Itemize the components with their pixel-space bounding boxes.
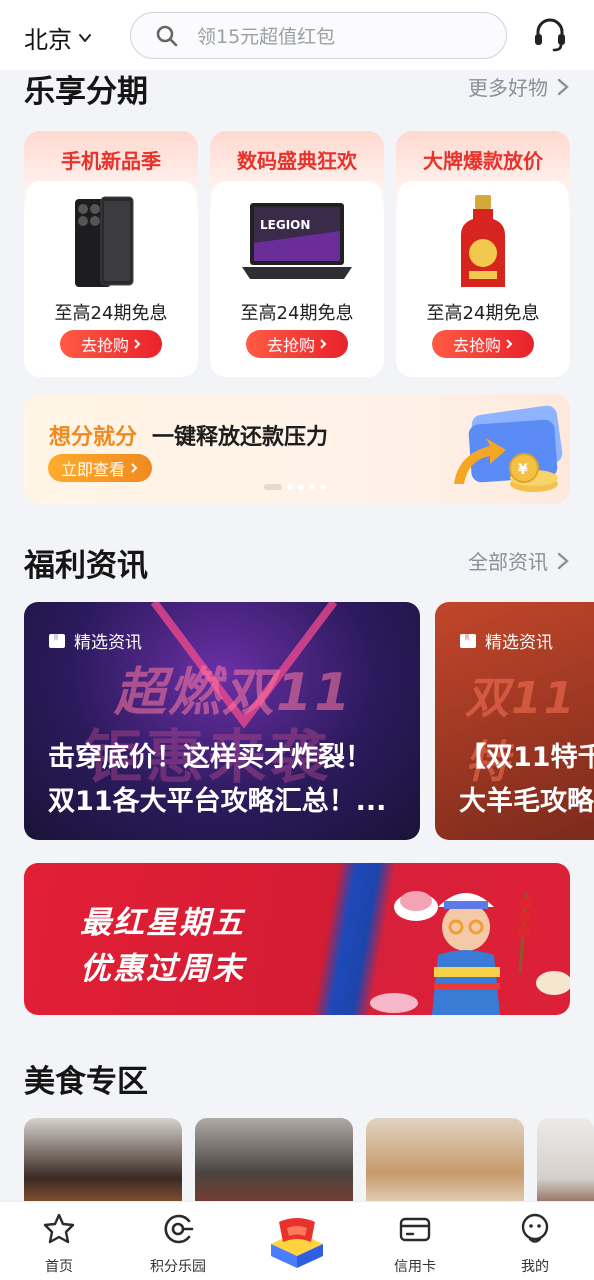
buy-button-label: 去抢购 — [266, 336, 315, 355]
view-now-button[interactable]: 立即查看 — [48, 454, 152, 482]
card-subtitle: 至高24期免息 — [426, 303, 540, 324]
svg-text:¥: ¥ — [518, 462, 528, 478]
buy-button[interactable]: 去抢购 — [60, 330, 162, 358]
installment-card-liquor[interactable]: 大牌爆款放价 至高24期免息 去抢购 — [396, 131, 570, 377]
news-tag-label: 精选资讯 — [485, 633, 553, 653]
chevron-right-icon — [131, 463, 138, 473]
girl-mascot-illustration — [370, 891, 570, 1015]
installment-title: 乐享分期 — [24, 74, 148, 110]
banner-highlight: 想分就分 — [49, 425, 138, 450]
buy-button[interactable]: 去抢购 — [246, 330, 348, 358]
top-bar: 北京 领15元超值红包 — [0, 0, 594, 70]
laptop-image: LEGION — [242, 203, 352, 279]
credit-card-illustration: ¥ — [454, 405, 563, 492]
news-card[interactable]: 双11特 精选资讯 【双11特千 大羊毛攻略 — [435, 602, 594, 840]
carousel-dots — [264, 484, 326, 490]
banner-text: 一键释放还款压力 — [152, 425, 329, 450]
chevron-right-icon — [320, 339, 327, 349]
bookmark-icon — [460, 633, 476, 648]
news-headline-line1: 【双11特千 — [459, 742, 594, 773]
installment-more-label: 更多好物 — [468, 76, 548, 100]
chevron-right-icon — [557, 78, 569, 95]
carousel-dot — [320, 484, 326, 490]
news-more-label: 全部资讯 — [468, 550, 548, 574]
chevron-down-icon — [79, 33, 91, 42]
news-tag-label: 精选资讯 — [74, 633, 142, 653]
nav-home[interactable]: 首页 — [9, 1212, 109, 1276]
news-headline-line2: 双11各大平台攻略汇总！... — [48, 786, 387, 817]
card-subtitle: 至高24期免息 — [54, 303, 168, 324]
news-headline-line2: 大羊毛攻略 — [459, 786, 594, 817]
buy-button-label: 去抢购 — [452, 336, 501, 355]
search-placeholder: 领15元超值红包 — [197, 26, 336, 48]
points-icon — [164, 1214, 194, 1244]
search-input[interactable]: 领15元超值红包 — [130, 12, 507, 59]
news-tag: 精选资讯 — [459, 628, 553, 653]
bookmark-icon — [49, 633, 65, 648]
chevron-right-icon — [506, 339, 513, 349]
friday-promo-banner[interactable]: 最红星期五 优惠过周末 — [24, 863, 570, 1015]
nav-credit-card[interactable]: 信用卡 — [365, 1212, 465, 1276]
carousel-dot — [298, 484, 304, 490]
buy-button[interactable]: 去抢购 — [432, 330, 534, 358]
view-now-label: 立即查看 — [60, 460, 125, 479]
phone-image — [75, 196, 134, 287]
nav-profile-label: 我的 — [521, 1259, 549, 1275]
friday-line1: 最红星期五 — [80, 905, 245, 941]
chevron-right-icon — [134, 339, 141, 349]
search-icon — [156, 25, 178, 46]
card-title: 大牌爆款放价 — [423, 149, 543, 173]
chevron-right-icon — [557, 552, 569, 569]
nav-credit-card-label: 信用卡 — [394, 1259, 436, 1275]
bottom-nav: 首页 积分乐园 信用卡 我的 — [0, 1201, 594, 1280]
svg-text:LEGION: LEGION — [260, 218, 310, 232]
news-headline-line1: 击穿底价！这样买才炸裂！ — [48, 742, 372, 773]
news-headline: 【双11特千 大羊毛攻略 — [459, 736, 594, 824]
star-icon — [43, 1213, 75, 1244]
food-title: 美食专区 — [24, 1064, 148, 1100]
installment-card-phone[interactable]: 手机新品季 至高24期免息 去抢购 — [24, 131, 198, 377]
profile-icon — [521, 1213, 549, 1243]
nav-profile[interactable]: 我的 — [485, 1212, 585, 1276]
friday-line2: 优惠过周末 — [80, 951, 245, 987]
credit-card-icon — [399, 1217, 431, 1242]
card-title: 手机新品季 — [61, 149, 161, 173]
city-selector[interactable]: 北京 — [24, 20, 92, 55]
news-headline: 击穿底价！这样买才炸裂！ 双11各大平台攻略汇总！... — [48, 736, 408, 824]
carousel-dot — [287, 484, 293, 490]
liquor-bottle-image — [461, 195, 505, 287]
carousel-dot — [264, 484, 282, 490]
card-title: 数码盛典狂欢 — [237, 149, 357, 173]
news-card[interactable]: 超燃双11 钜惠来袭 精选资讯 击穿底价！这样买才炸裂！ 双11各大平台攻略汇总… — [24, 602, 420, 840]
nav-points-label: 积分乐园 — [150, 1259, 206, 1275]
center-logo-icon[interactable] — [265, 1214, 329, 1270]
buy-button-label: 去抢购 — [80, 336, 129, 355]
news-title: 福利资讯 — [24, 548, 148, 584]
nav-home-label: 首页 — [45, 1259, 73, 1275]
city-label: 北京 — [24, 26, 72, 54]
nav-points[interactable]: 积分乐园 — [128, 1212, 228, 1276]
card-subtitle: 至高24期免息 — [240, 303, 354, 324]
repayment-banner[interactable]: 想分就分 一键释放还款压力 立即查看 ¥ — [24, 394, 570, 504]
headset-icon[interactable] — [530, 14, 570, 54]
carousel-dot — [309, 484, 315, 490]
installment-card-laptop[interactable]: 数码盛典狂欢 LEGION 至高24期免息 去抢购 — [210, 131, 384, 377]
news-tag: 精选资讯 — [48, 628, 142, 653]
news-more-link[interactable]: 全部资讯 — [468, 546, 570, 575]
installment-more-link[interactable]: 更多好物 — [468, 72, 570, 101]
